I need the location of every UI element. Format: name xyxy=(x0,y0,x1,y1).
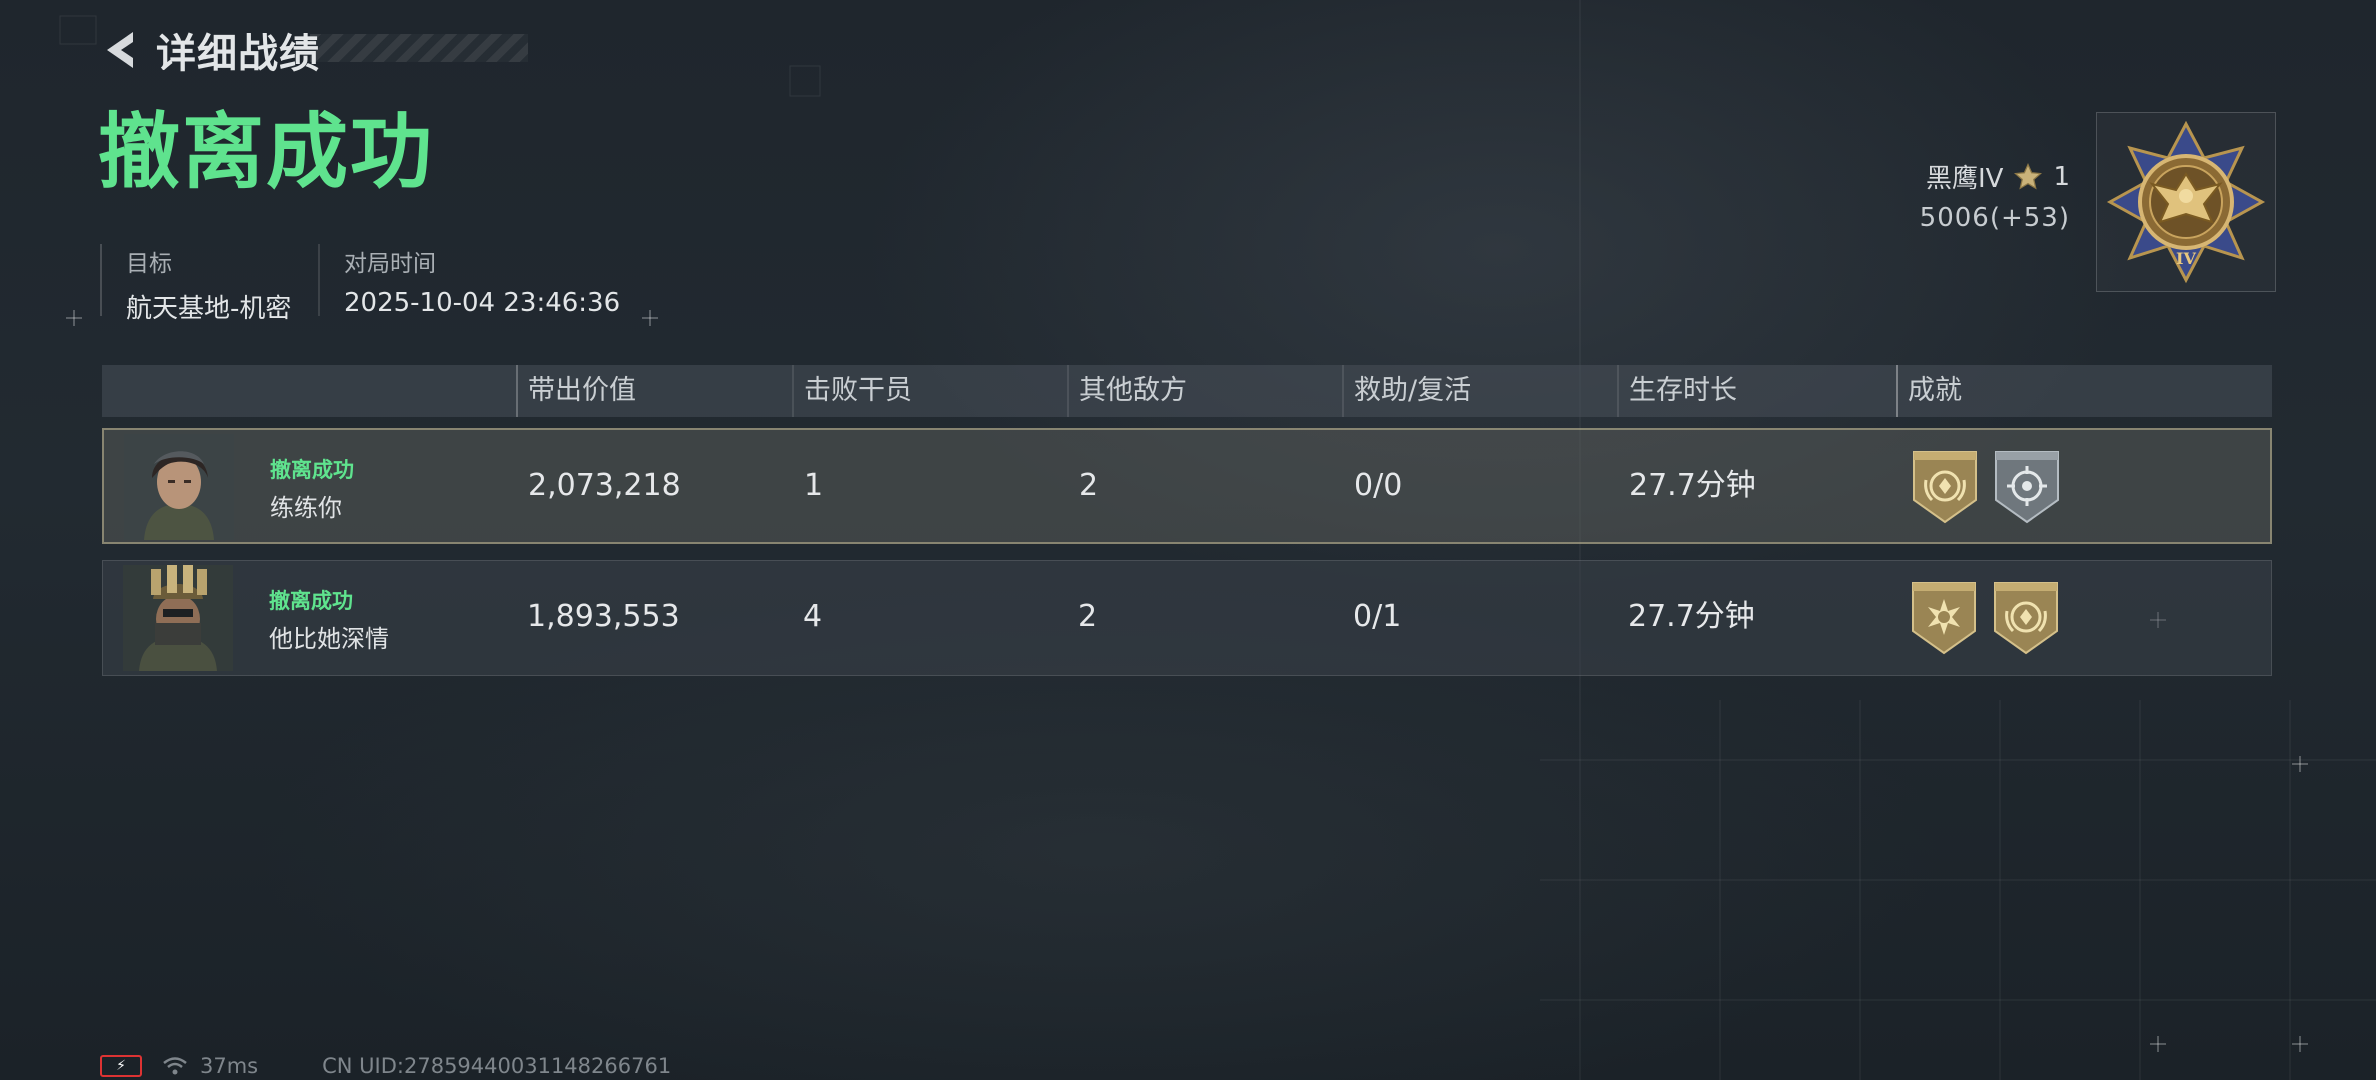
match-time-value: 2025-10-04 23:46:36 xyxy=(344,288,621,318)
result-title: 撤离成功 xyxy=(98,105,435,200)
page-title: 详细战绩 xyxy=(156,31,320,77)
gold-laurel-badge-icon[interactable] xyxy=(1991,579,2061,655)
assist-value: 0/0 xyxy=(1354,468,1403,503)
target-label: 目标 xyxy=(126,251,172,277)
assist-value: 0/1 xyxy=(1353,599,1402,634)
match-time-info: 对局时间 2025-10-04 23:46:36 xyxy=(318,244,621,318)
player-name: 他比她深情 xyxy=(269,625,389,653)
rank-badge[interactable]: IV xyxy=(2096,112,2276,292)
status-footer: ⚡ 37ms CN UID:27859440031148266761 xyxy=(100,1052,671,1080)
star-icon xyxy=(2014,162,2043,190)
target-value: 航天基地-机密 xyxy=(126,294,292,324)
user-uid: CN UID:27859440031148266761 xyxy=(322,1054,672,1078)
match-time-label: 对局时间 xyxy=(344,251,436,277)
rank-name: 黑鹰IV xyxy=(1925,164,2004,194)
survival-value: 27.7分钟 xyxy=(1629,468,1756,503)
col-header-assist: 救助/复活 xyxy=(1342,365,1471,417)
col-header-value: 带出价值 xyxy=(516,365,636,417)
player-status: 撤离成功 xyxy=(270,458,354,482)
gold-laurel-badge-icon[interactable] xyxy=(1910,448,1980,524)
col-header-others: 其他敌方 xyxy=(1067,365,1187,417)
kills-value: 4 xyxy=(803,599,823,634)
extract-value: 2,073,218 xyxy=(528,468,681,503)
col-header-kills: 击败干员 xyxy=(792,365,912,417)
extract-value: 1,893,553 xyxy=(527,599,680,634)
player-name: 练练你 xyxy=(270,494,342,522)
player-avatar xyxy=(124,434,234,540)
eagle-medal-icon: IV xyxy=(2106,120,2266,284)
others-value: 2 xyxy=(1079,468,1099,503)
back-button[interactable] xyxy=(96,22,142,78)
wifi-icon xyxy=(163,1057,187,1075)
badge-numeral: IV xyxy=(2176,249,2196,268)
table-row[interactable]: 撤离成功 练练你 2,073,218 1 2 0/0 27.7分钟 xyxy=(102,428,2272,544)
battery-charging-icon: ⚡ xyxy=(100,1055,142,1077)
others-value: 2 xyxy=(1078,599,1098,634)
player-avatar xyxy=(123,565,233,671)
chevron-left-icon xyxy=(107,32,133,68)
survival-value: 27.7分钟 xyxy=(1628,599,1755,634)
rank-score: 5006(+53) xyxy=(1919,203,2070,233)
col-header-achievements: 成就 xyxy=(1896,365,1962,417)
rank-info: 黑鹰IV 1 5006(+53) xyxy=(1919,158,2070,234)
table-header: 带出价值 击败干员 其他敌方 救助/复活 生存时长 成就 xyxy=(102,365,2272,417)
player-status: 撤离成功 xyxy=(269,589,353,613)
kills-value: 1 xyxy=(804,468,824,503)
table-row[interactable]: 撤离成功 他比她深情 1,893,553 4 2 0/1 27.7分钟 xyxy=(102,560,2272,676)
ping-value: 37ms xyxy=(200,1054,259,1078)
header-decor-stripe xyxy=(310,34,528,62)
silver-crosshair-badge-icon[interactable] xyxy=(1992,448,2062,524)
rank-stars: 1 xyxy=(2053,161,2070,192)
target-info: 目标 航天基地-机密 xyxy=(100,244,291,324)
gold-sunburst-badge-icon[interactable] xyxy=(1909,579,1979,655)
col-header-survival: 生存时长 xyxy=(1617,365,1737,417)
page-header: 详细战绩 xyxy=(96,22,320,78)
